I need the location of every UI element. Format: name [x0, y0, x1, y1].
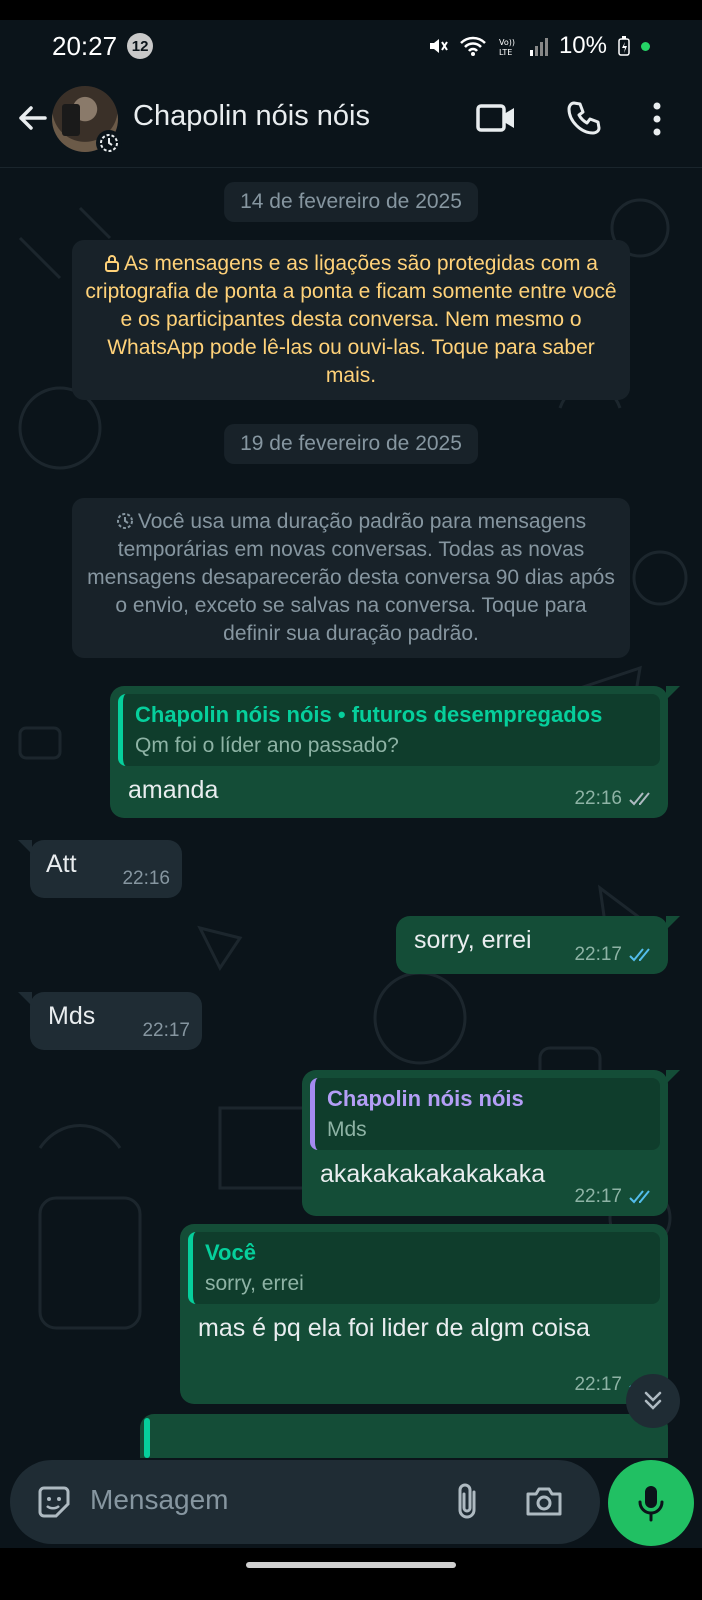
double-chevron-down-icon	[644, 1391, 662, 1410]
video-call-icon[interactable]	[476, 102, 516, 134]
quoted-message[interactable]: Você sorry, errei	[188, 1232, 660, 1304]
message-time: 22:17	[574, 1374, 622, 1395]
notification-count-badge: 12	[127, 33, 154, 59]
microphone-icon	[638, 1486, 664, 1522]
lock-icon	[105, 255, 120, 272]
message-input-box[interactable]: Mensagem	[10, 1460, 600, 1544]
message-time: 22:16	[122, 868, 170, 889]
wifi-icon	[460, 36, 486, 56]
message-time: 22:17	[574, 1186, 622, 1207]
top-black-strip	[0, 0, 702, 20]
disappearing-timer-icon	[96, 130, 122, 156]
message-meta: 22:17	[574, 1186, 656, 1208]
message-text: mas é pq ela foi lider de algm coisa	[198, 1314, 590, 1342]
timer-icon	[116, 513, 133, 529]
quoted-message[interactable]: Chapolin nóis nóis Mds	[310, 1078, 660, 1150]
bubble-tail	[666, 916, 680, 930]
attach-paperclip-icon[interactable]	[452, 1482, 482, 1522]
disappearing-messages-notice[interactable]: Você usa uma duração padrão para mensage…	[72, 498, 630, 658]
chat-area[interactable]: 14 de fevereiro de 2025 As mensagens e a…	[0, 168, 702, 1458]
avatar-photo-detail	[62, 104, 80, 136]
quoted-sender: Chapolin nóis nóis	[327, 1086, 524, 1111]
quoted-sender: Chapolin nóis nóis • futuros desempregad…	[135, 702, 603, 727]
privacy-indicator-dot	[641, 41, 650, 51]
mute-icon	[429, 39, 448, 53]
status-bar: 20:27 12 Vo)) LTE 10%	[0, 20, 702, 72]
quoted-message[interactable]: Chapolin nóis nóis • futuros desempregad…	[118, 694, 660, 766]
camera-icon[interactable]	[524, 1484, 564, 1520]
more-vertical-icon[interactable]	[652, 102, 662, 136]
disappearing-notice-text: Você usa uma duração padrão para mensage…	[87, 510, 615, 645]
bubble-tail	[18, 840, 32, 854]
message-meta: 22:17	[142, 1020, 190, 1042]
message-text: Att	[46, 850, 77, 878]
outgoing-message[interactable]: sorry, errei 22:17	[396, 916, 680, 974]
outgoing-message-partial[interactable]	[140, 1414, 668, 1458]
double-check-blue-icon	[629, 948, 650, 962]
double-check-blue-icon	[629, 1190, 650, 1204]
back-arrow-icon[interactable]	[14, 100, 50, 136]
message-text: sorry, errei	[414, 926, 532, 954]
bubble-tail	[18, 992, 32, 1006]
outgoing-message[interactable]: Chapolin nóis nóis Mds akakakakakakakaka…	[302, 1070, 680, 1216]
message-text: akakakakakakakaka	[320, 1160, 546, 1188]
bubble-tail	[666, 1070, 680, 1084]
quote-indicator	[144, 1418, 150, 1458]
message-time: 22:17	[142, 1020, 190, 1041]
status-time: 20:27	[52, 30, 118, 61]
svg-text:Vo)): Vo))	[499, 38, 515, 47]
svg-text:LTE: LTE	[499, 48, 512, 57]
home-gesture-pill[interactable]	[246, 1562, 456, 1568]
double-check-gray-icon	[629, 792, 650, 806]
incoming-message[interactable]: Att 22:16	[18, 840, 182, 898]
quoted-text: sorry, errei	[205, 1272, 304, 1295]
emoji-sticker-icon[interactable]	[34, 1482, 74, 1522]
composer-bar: Mensagem	[0, 1458, 702, 1548]
signal-icon	[529, 38, 548, 56]
battery-charging-icon	[618, 36, 630, 56]
message-meta: 22:16	[122, 868, 170, 890]
system-navigation-bar	[0, 1548, 702, 1600]
message-meta: 22:17	[574, 944, 656, 966]
quoted-text: Mds	[327, 1118, 367, 1141]
encryption-notice[interactable]: As mensagens e as ligações são protegida…	[72, 240, 630, 400]
chat-header: Chapolin nóis nóis	[0, 72, 702, 168]
message-time: 22:16	[574, 788, 622, 809]
status-icons: Vo)) LTE 10%	[427, 32, 650, 60]
bubble-tail	[666, 686, 680, 700]
quoted-text: Qm foi o líder ano passado?	[135, 734, 399, 757]
message-meta: 22:16	[574, 788, 656, 810]
volte-icon: Vo))LTE	[499, 38, 515, 57]
date-chip: 14 de fevereiro de 2025	[224, 182, 478, 222]
phone-call-icon[interactable]	[566, 100, 602, 136]
message-input-placeholder[interactable]: Mensagem	[90, 1484, 229, 1516]
encryption-notice-text: As mensagens e as ligações são protegida…	[85, 252, 617, 387]
outgoing-message[interactable]: Chapolin nóis nóis • futuros desempregad…	[110, 686, 680, 818]
date-chip: 19 de fevereiro de 2025	[224, 424, 478, 464]
voice-message-button[interactable]	[608, 1460, 694, 1546]
quoted-sender: Você	[205, 1240, 256, 1265]
incoming-message[interactable]: Mds 22:17	[18, 992, 202, 1050]
contact-name[interactable]: Chapolin nóis nóis	[133, 100, 370, 133]
battery-percentage: 10%	[558, 32, 607, 59]
scroll-to-bottom-button[interactable]	[626, 1374, 680, 1428]
message-time: 22:17	[574, 944, 622, 965]
message-text: Mds	[48, 1002, 96, 1030]
outgoing-message[interactable]: Você sorry, errei mas é pq ela foi lider…	[180, 1224, 668, 1404]
